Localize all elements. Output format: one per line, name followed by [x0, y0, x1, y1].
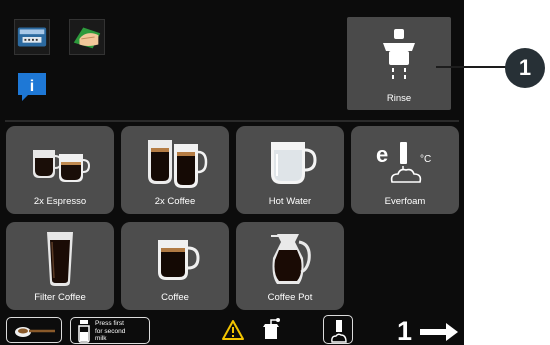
- dispense-icon: [331, 320, 347, 343]
- double-coffee-glasses-icon: [148, 140, 208, 188]
- tile-label: Filter Coffee: [34, 292, 86, 303]
- tile-2x-coffee[interactable]: 2x Coffee: [121, 126, 229, 214]
- svg-text:e: e: [376, 142, 388, 167]
- double-espresso-cups-icon: [33, 150, 91, 182]
- tile-label: 2x Espresso: [33, 196, 87, 207]
- callout-line: [436, 66, 506, 68]
- rinse-icon: [383, 29, 415, 79]
- tile-everfoam[interactable]: e °C Everfoam: [351, 126, 459, 214]
- powder-scoop-icon: [15, 327, 55, 337]
- second-milk-button[interactable]: Press first for second milk: [70, 317, 150, 344]
- rinse-label: Rinse: [386, 93, 412, 104]
- milk-hint: Press first for second milk: [95, 320, 126, 342]
- callout-marker: 1: [505, 48, 545, 88]
- info-icon[interactable]: i: [14, 69, 50, 105]
- hot-water-glass-icon: [271, 142, 317, 184]
- tile-label: Coffee Pot: [267, 292, 313, 303]
- tile-coffee-pot[interactable]: Coffee Pot: [236, 222, 344, 310]
- tile-label: Hot Water: [268, 196, 312, 207]
- powder-scoop-button[interactable]: [6, 317, 62, 343]
- cleaning-hand-icon[interactable]: [69, 19, 105, 55]
- grinder-icon[interactable]: [260, 317, 282, 341]
- tile-filter-coffee[interactable]: Filter Coffee: [6, 222, 114, 310]
- tile-label: Everfoam: [384, 196, 426, 207]
- card-reader-icon[interactable]: [14, 19, 50, 55]
- svg-text:i: i: [30, 78, 34, 95]
- tile-hot-water[interactable]: Hot Water: [236, 126, 344, 214]
- dispense-button[interactable]: [323, 315, 353, 344]
- machine-display: i Rinse 2x Espresso 2x Coffee Hot Water …: [0, 0, 464, 345]
- coffee-cup-icon: [158, 240, 200, 280]
- everfoam-icon: e °C: [376, 142, 431, 183]
- milk-bottle-icon: [78, 320, 90, 343]
- filter-coffee-glass-icon: [47, 232, 73, 286]
- tile-coffee[interactable]: Coffee: [121, 222, 229, 310]
- rinse-button[interactable]: Rinse: [347, 17, 451, 110]
- tile-label: 2x Coffee: [154, 196, 196, 207]
- warning-icon[interactable]: [221, 319, 245, 341]
- bottom-bar: Press first for second milk 1: [0, 314, 464, 345]
- divider: [5, 120, 459, 122]
- tile-label: Coffee: [161, 292, 189, 303]
- tile-2x-espresso[interactable]: 2x Espresso: [6, 126, 114, 214]
- arrow-right-icon[interactable]: [418, 321, 460, 343]
- coffee-pot-icon: [271, 234, 311, 284]
- svg-text:°C: °C: [420, 154, 431, 165]
- page-number: 1: [397, 316, 413, 345]
